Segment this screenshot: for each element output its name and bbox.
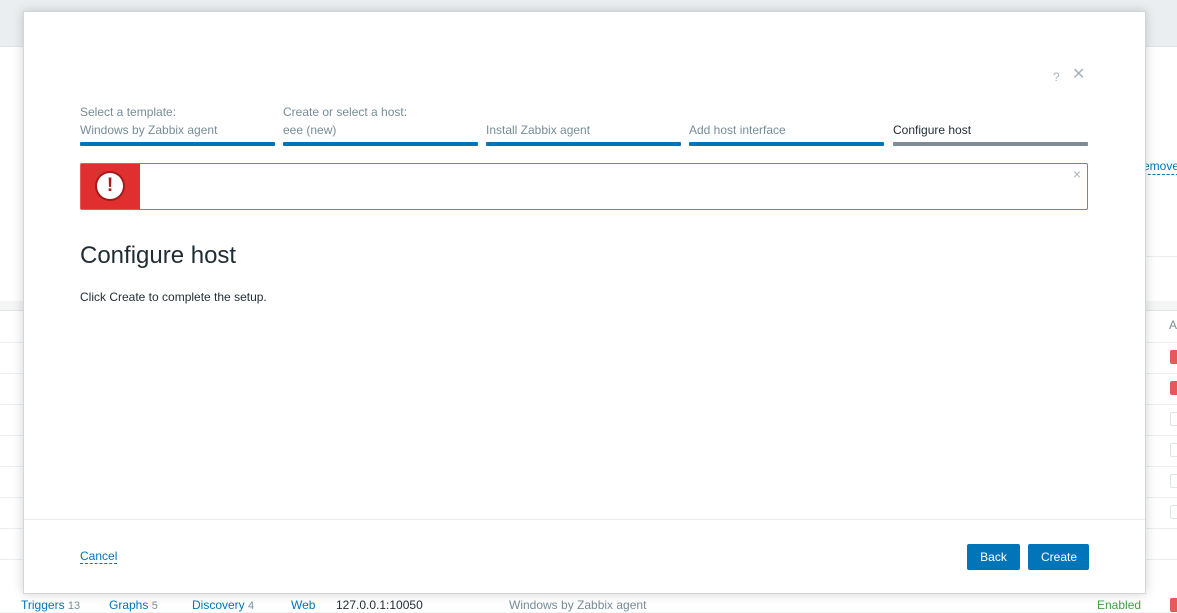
step-progress-bar — [283, 142, 478, 146]
availability-tag — [1170, 350, 1177, 364]
step-value: Windows by Zabbix agent — [80, 123, 218, 137]
error-message-box: ! × — [80, 163, 1088, 210]
step-label: Add host interface — [689, 123, 786, 137]
availability-tag — [1170, 505, 1177, 519]
availability-tag — [1170, 412, 1177, 426]
cancel-button[interactable]: Cancel — [80, 549, 118, 564]
availability-tag — [1170, 474, 1177, 488]
close-icon[interactable]: ✕ — [1072, 67, 1085, 83]
step-label: Configure host — [893, 123, 972, 137]
wizard-steps: Select a template: Windows by Zabbix age… — [80, 103, 1088, 147]
create-button[interactable]: Create — [1028, 544, 1089, 570]
step-add-interface[interactable]: Add host interface — [689, 103, 884, 147]
step-value: eee (new) — [283, 123, 337, 137]
error-icon-panel: ! — [81, 164, 140, 209]
step-select-template[interactable]: Select a template: Windows by Zabbix age… — [80, 103, 275, 147]
exclamation-icon: ! — [97, 173, 123, 199]
step-progress-bar — [893, 142, 1088, 146]
step-label: Create or select a host: — [283, 105, 408, 119]
step-install-agent[interactable]: Install Zabbix agent — [486, 103, 681, 147]
back-button[interactable]: Back — [967, 544, 1020, 570]
step-progress-bar — [689, 142, 884, 146]
host-wizard-dialog: ? ✕ Select a template: Windows by Zabbix… — [23, 11, 1146, 594]
step-configure-host[interactable]: Configure host — [893, 103, 1088, 147]
page-title: Configure host — [80, 242, 237, 269]
footer-divider — [24, 519, 1145, 520]
interface-address: 127.0.0.1:10050 — [336, 598, 423, 612]
step-label: Select a template: — [80, 105, 177, 119]
status-enabled[interactable]: Enabled — [1097, 598, 1141, 612]
web-link[interactable]: Web — [291, 598, 315, 612]
close-icon[interactable]: × — [1073, 166, 1081, 182]
table-column-header: A — [1169, 318, 1177, 332]
availability-tag — [1170, 381, 1177, 395]
background-divider — [1145, 256, 1177, 257]
step-label: Install Zabbix agent — [486, 123, 591, 137]
step-progress-bar — [80, 142, 275, 146]
step-create-host[interactable]: Create or select a host: eee (new) — [283, 103, 478, 147]
availability-tag — [1170, 443, 1177, 457]
step-description: Click Create to complete the setup. — [80, 290, 267, 304]
availability-tag — [1170, 598, 1177, 612]
step-progress-bar — [486, 142, 681, 146]
help-icon[interactable]: ? — [1053, 70, 1060, 84]
template-name: Windows by Zabbix agent — [509, 598, 647, 612]
background-remove-link[interactable]: emove — [1143, 158, 1177, 175]
